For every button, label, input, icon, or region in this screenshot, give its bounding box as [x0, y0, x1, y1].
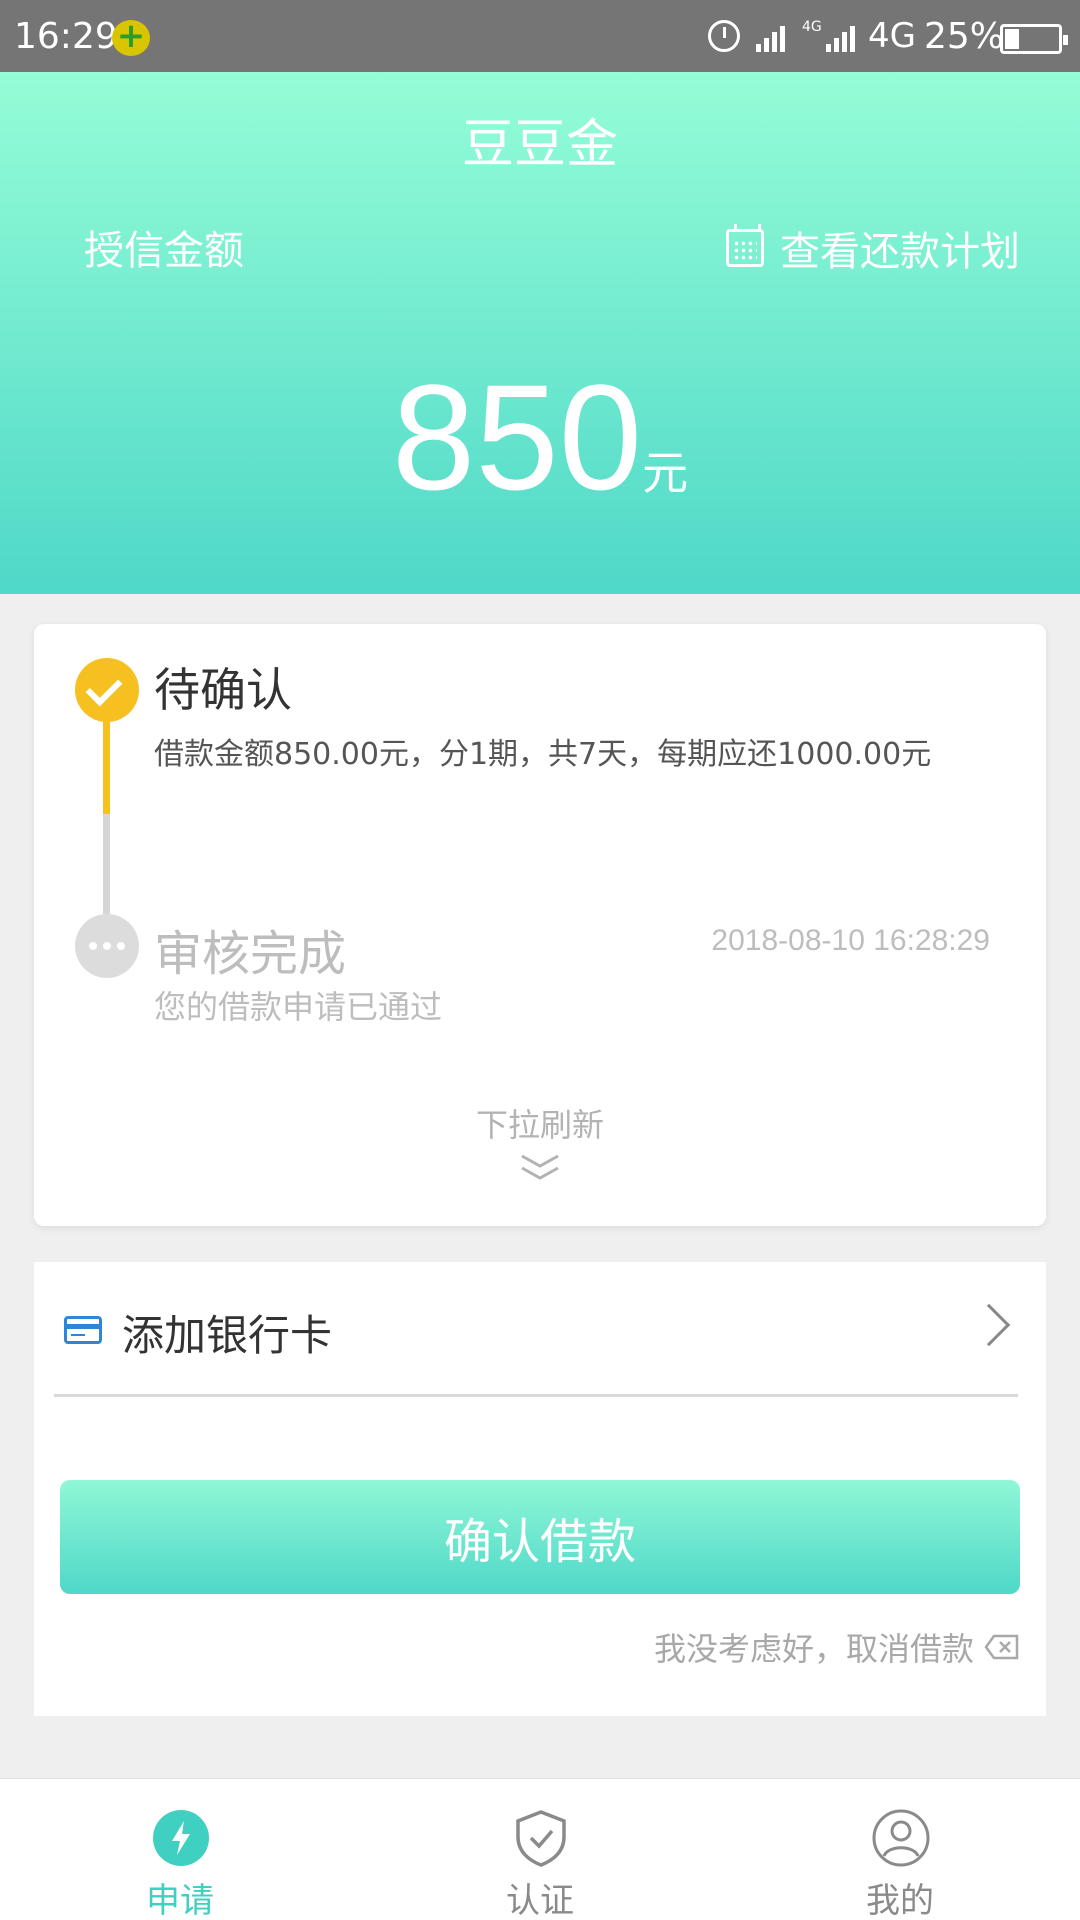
- battery-percent: 25%: [924, 16, 1005, 57]
- credit-amount-value: 850: [391, 353, 643, 521]
- bank-card-icon: [64, 1316, 102, 1344]
- nav-tab-mine[interactable]: 我的: [800, 1779, 1000, 1920]
- more-dots-icon: [75, 914, 139, 978]
- credit-amount-label: 授信金额: [84, 228, 244, 274]
- repayment-plan-label: 查看还款计划: [780, 229, 1020, 275]
- credit-amount-unit: 元: [642, 446, 689, 500]
- pull-to-refresh-hint: 下拉刷新: [475, 1106, 604, 1144]
- credit-header: 豆豆金 授信金额 查看还款计划 850元: [0, 72, 1080, 594]
- shield-check-icon: [516, 1810, 566, 1867]
- credit-amount: 850元: [0, 362, 1080, 512]
- timeline-line-inactive: [103, 814, 110, 914]
- step-approved-desc: 您的借款申请已通过: [154, 988, 443, 1026]
- nav-label-verify: 认证: [506, 1881, 574, 1920]
- divider: [54, 1394, 1018, 1397]
- signal-icon-2: [826, 22, 862, 52]
- status-time: 16:29: [14, 16, 118, 57]
- double-chevron-down-icon: [521, 1154, 559, 1180]
- signal-icon: [756, 22, 792, 52]
- battery-icon: [1000, 24, 1068, 54]
- status-bar: 16:29 4G 4G 25%: [0, 0, 1080, 72]
- step-approved-title: 审核完成: [154, 926, 347, 982]
- lightning-icon: [153, 1810, 209, 1866]
- backspace-icon: [984, 1634, 1019, 1660]
- network-type: 4G: [868, 16, 916, 56]
- loan-status-card: 待确认 借款金额850.00元，分1期，共7天，每期应还1000.00元 审核完…: [34, 624, 1046, 1226]
- user-icon: [872, 1809, 930, 1867]
- step-pending-title: 待确认: [154, 663, 292, 717]
- calendar-icon: [726, 224, 764, 267]
- cancel-loan-label: 我没考虑好，取消借款: [653, 1630, 974, 1668]
- step-pending-desc: 借款金额850.00元，分1期，共7天，每期应还1000.00元: [154, 737, 932, 772]
- nav-label-mine: 我的: [866, 1881, 934, 1920]
- loan-confirm-panel: 添加银行卡 确认借款 我没考虑好，取消借款: [34, 1262, 1046, 1716]
- cancel-loan-link[interactable]: 我没考虑好，取消借款: [654, 1624, 1020, 1670]
- add-bank-card-row[interactable]: 添加银行卡: [34, 1262, 1046, 1396]
- step-approved-time: 2018-08-10 16:28:29: [711, 924, 990, 957]
- nav-tab-verify[interactable]: 认证: [440, 1779, 640, 1920]
- alarm-icon: [708, 20, 740, 52]
- chevron-right-icon: [967, 1303, 1011, 1347]
- notification-app-icon: [112, 16, 150, 56]
- nav-tab-apply[interactable]: 申请: [80, 1779, 280, 1920]
- check-icon: [75, 658, 139, 722]
- confirm-loan-button[interactable]: 确认借款: [60, 1480, 1020, 1594]
- data-indicator-icon: 4G: [802, 19, 822, 35]
- repayment-plan-link[interactable]: 查看还款计划: [726, 222, 1020, 275]
- bottom-nav: 申请 认证 我的: [0, 1778, 1080, 1920]
- add-bank-card-label: 添加银行卡: [122, 1311, 333, 1360]
- page-title: 豆豆金: [461, 115, 618, 175]
- timeline-line-active: [103, 714, 110, 814]
- nav-label-apply: 申请: [146, 1881, 214, 1920]
